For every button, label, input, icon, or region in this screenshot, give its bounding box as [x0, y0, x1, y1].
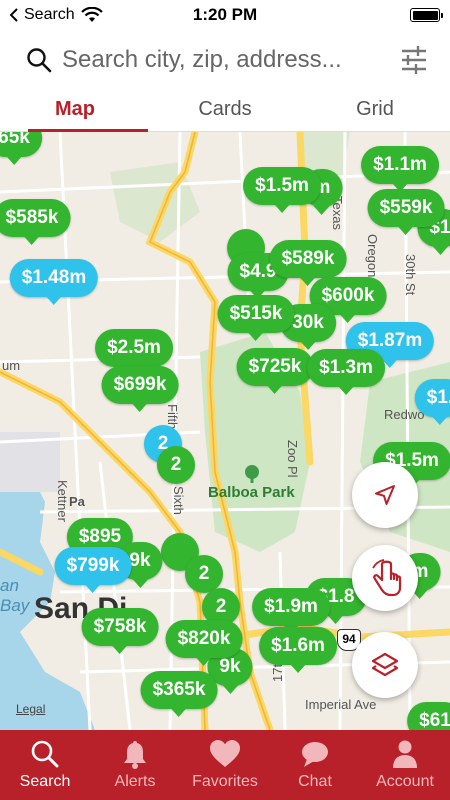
- nav-account[interactable]: Account: [360, 730, 450, 800]
- bottom-nav: Search Alerts Favorites Chat Account: [0, 730, 450, 800]
- wifi-icon: [80, 7, 103, 22]
- price-pin[interactable]: $799k: [54, 547, 132, 593]
- price-pin[interactable]: $1.1m: [361, 146, 439, 192]
- price-pin[interactable]: $1.3m: [307, 349, 385, 395]
- back-chevron-icon: [10, 8, 18, 22]
- legal-link[interactable]: Legal: [16, 702, 45, 716]
- price-pin[interactable]: $559k: [367, 189, 445, 235]
- draw-button[interactable]: [352, 545, 418, 611]
- listing-cluster[interactable]: 2: [157, 446, 195, 484]
- map-view[interactable]: Balboa Park Imperial Ave Kettner Sixth F…: [0, 132, 450, 730]
- chat-icon: [302, 742, 328, 767]
- nav-search[interactable]: Search: [0, 730, 90, 800]
- price-pin[interactable]: $1.6m: [259, 627, 337, 673]
- search-bar: [0, 30, 450, 90]
- price-pin[interactable]: $61: [407, 702, 450, 730]
- filter-button[interactable]: [396, 42, 432, 78]
- status-left[interactable]: Search: [10, 6, 103, 24]
- price-pin[interactable]: $725k: [236, 348, 314, 394]
- price-pin[interactable]: $699k: [101, 366, 179, 412]
- nav-favorites-label: Favorites: [192, 773, 258, 790]
- tab-map[interactable]: Map: [0, 90, 150, 132]
- map-label-an: an: [0, 576, 19, 595]
- map-label-um: um: [2, 358, 21, 373]
- price-pin[interactable]: $1.9m: [252, 588, 330, 634]
- view-tabs: Map Cards Grid: [0, 90, 450, 132]
- tab-grid[interactable]: Grid: [300, 90, 450, 131]
- map-label-sixth: Sixth: [171, 486, 186, 515]
- price-pin[interactable]: $515k: [217, 295, 295, 341]
- search-icon: [31, 740, 59, 768]
- nav-chat[interactable]: Chat: [270, 730, 360, 800]
- bell-icon: [124, 741, 146, 769]
- map-label-imperial-ave: Imperial Ave: [305, 697, 377, 712]
- map-label-balboa-park: Balboa Park: [208, 484, 295, 501]
- hand-pointer-icon: [372, 559, 402, 597]
- map-label-kettner: Kettner: [55, 480, 70, 522]
- price-pin[interactable]: $758k: [81, 608, 159, 654]
- sliders-icon: [402, 46, 426, 74]
- tab-cards[interactable]: Cards: [150, 90, 300, 131]
- map-label-pa: Pa: [69, 494, 85, 509]
- map-label-zoo-pl: Zoo Pl: [285, 440, 300, 478]
- map-label-bay: Bay: [0, 596, 30, 615]
- price-pin[interactable]: $585k: [0, 199, 71, 245]
- nav-favorites[interactable]: Favorites: [180, 730, 270, 800]
- navigation-arrow-icon: [375, 485, 395, 505]
- search-icon: [27, 48, 52, 73]
- map-label-30th-st: 30th St: [403, 254, 418, 296]
- search-input[interactable]: [62, 46, 396, 74]
- person-icon: [393, 740, 417, 768]
- battery-icon: [410, 8, 443, 22]
- nav-alerts-label: Alerts: [114, 773, 156, 790]
- nav-account-label: Account: [376, 773, 434, 790]
- price-pin[interactable]: $365k: [140, 671, 218, 717]
- price-pin[interactable]: $820k: [165, 620, 243, 666]
- locate-button[interactable]: [352, 462, 418, 528]
- status-bar: Search 1:20 PM: [0, 0, 450, 30]
- price-pin[interactable]: $2.5m: [95, 329, 173, 375]
- price-pin[interactable]: $1.: [414, 379, 450, 425]
- heart-icon: [210, 740, 240, 767]
- nav-search-label: Search: [19, 773, 71, 790]
- price-pin[interactable]: $1.48m: [9, 259, 99, 305]
- price-pin[interactable]: $1.5m: [243, 167, 321, 213]
- price-pin[interactable]: $589k: [269, 240, 347, 286]
- back-app-label: Search: [24, 6, 75, 23]
- layers-icon: [371, 652, 399, 677]
- map-label-oregon: Oregon: [365, 234, 380, 278]
- layers-button[interactable]: [352, 632, 418, 698]
- nav-chat-label: Chat: [298, 773, 332, 790]
- nav-alerts[interactable]: Alerts: [90, 730, 180, 800]
